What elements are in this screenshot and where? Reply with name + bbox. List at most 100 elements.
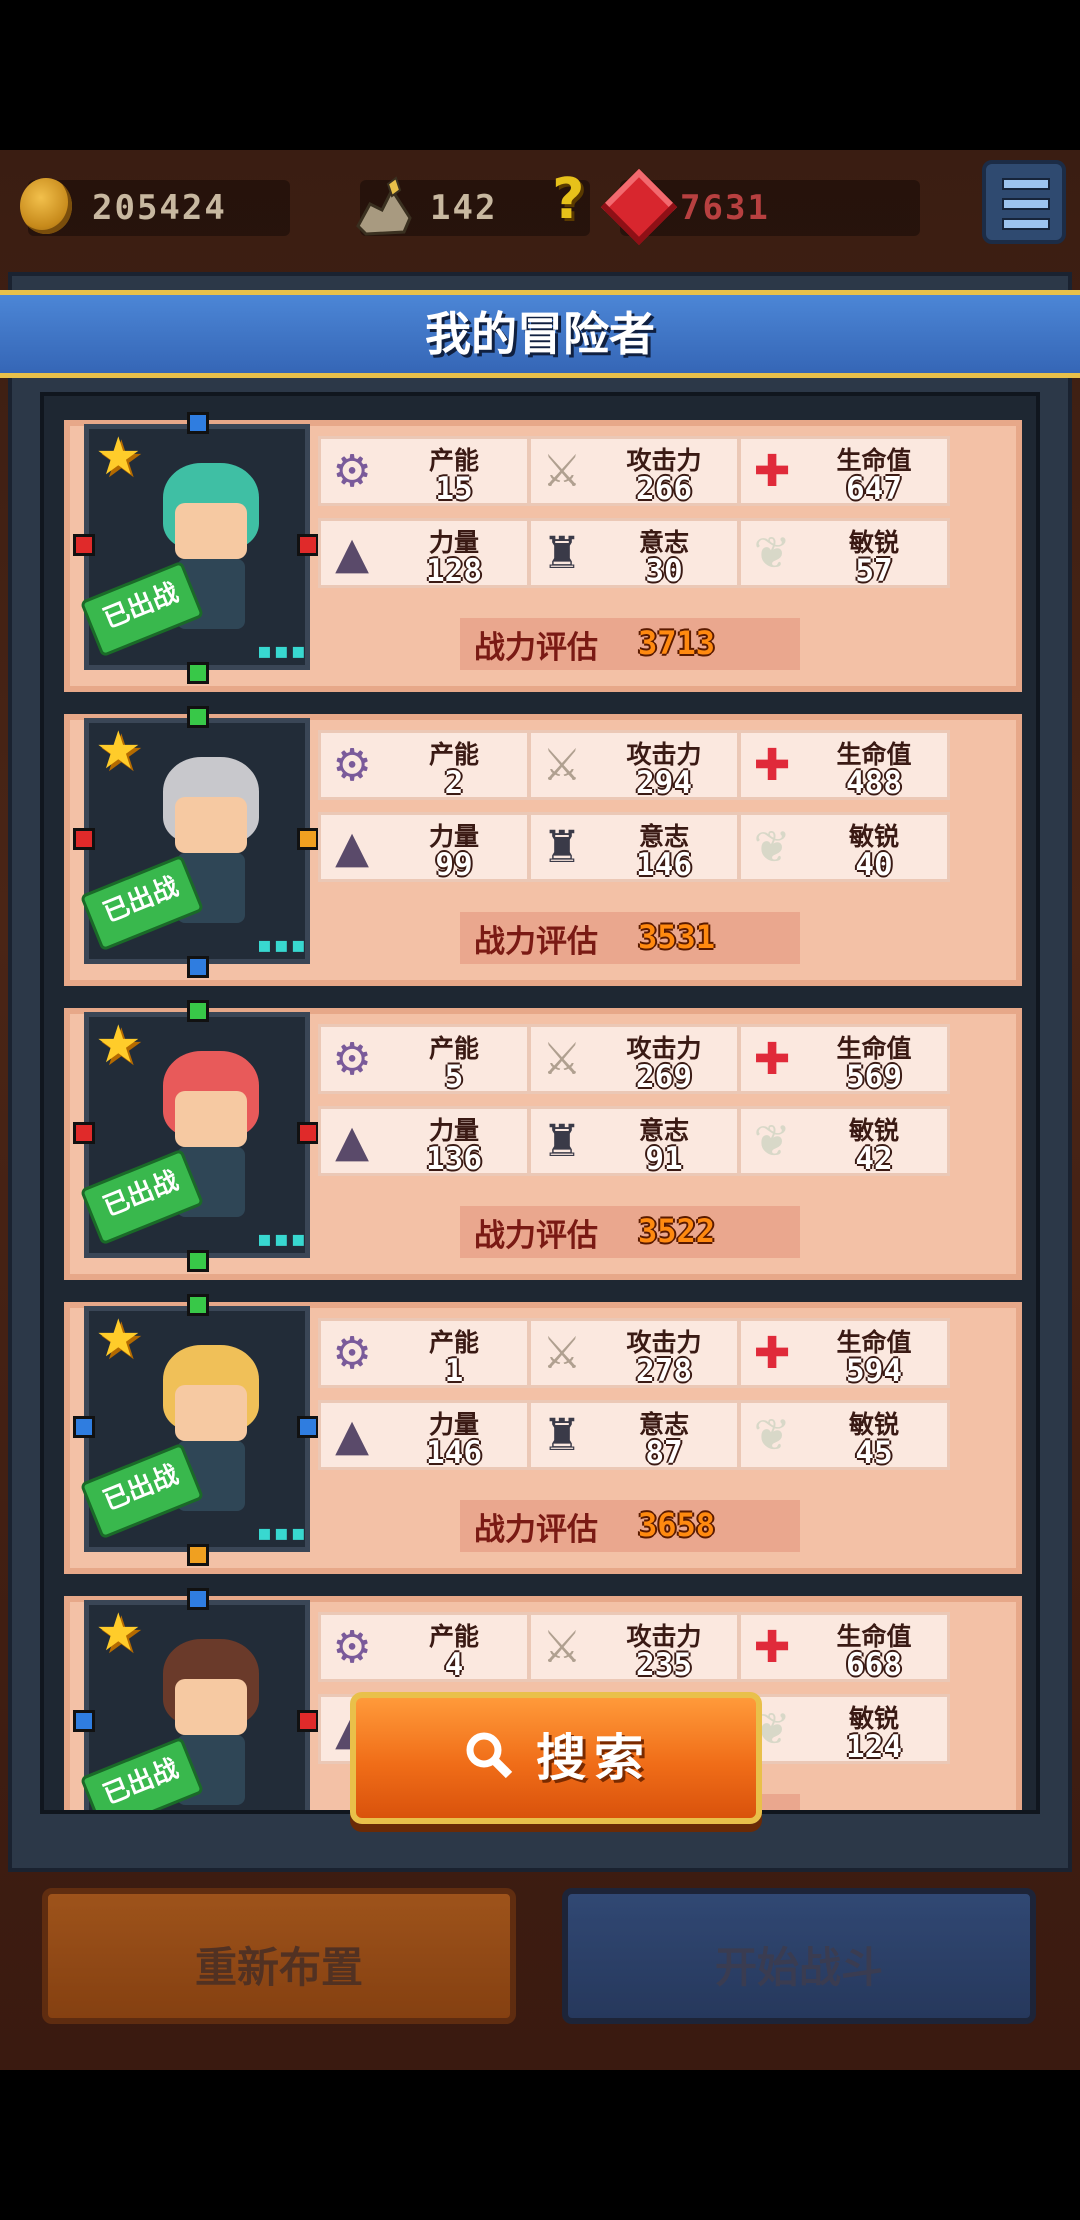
stat-attack: ⚔ 攻击力 294 bbox=[528, 730, 740, 801]
star-icon: ★ bbox=[95, 1015, 142, 1075]
start-battle-label: 开始战斗 bbox=[714, 1943, 883, 1992]
stat-value: 294 bbox=[636, 765, 692, 801]
stat-productivity: ⚙ 产能 5 bbox=[318, 1024, 530, 1095]
socket-top bbox=[187, 412, 209, 434]
stat-value: 488 bbox=[846, 765, 902, 801]
more-dots-icon[interactable]: ▪▪▪ bbox=[257, 1521, 308, 1546]
stat-value: 40 bbox=[855, 847, 893, 883]
stat-value: 594 bbox=[846, 1353, 902, 1389]
adventurer-card[interactable]: ★ 已出战 ▪▪▪ ⚙ 产能 1 ⚔ 攻击力 278 ✚ 生命值 594 ▲ 力… bbox=[64, 1294, 1022, 1574]
deployed-badge: 已出战 bbox=[79, 560, 205, 658]
power-value: 3658 bbox=[638, 1506, 716, 1544]
wings-icon: ❦ bbox=[753, 528, 791, 579]
socket-left bbox=[73, 1710, 95, 1732]
statue-icon: ♜ bbox=[542, 822, 582, 873]
search-button[interactable]: 搜索 bbox=[350, 1692, 762, 1824]
adventurer-portrait[interactable]: ★ 已出战 ▪▪▪ bbox=[79, 424, 310, 670]
socket-top bbox=[187, 1294, 209, 1316]
statue-icon: ♜ bbox=[542, 528, 582, 579]
mystery-icon[interactable]: ? bbox=[552, 172, 584, 228]
wings-icon: ❦ bbox=[753, 822, 791, 873]
adventurer-portrait[interactable]: ★ 已出战 ▪▪▪ bbox=[79, 1306, 310, 1552]
star-icon: ★ bbox=[95, 1603, 142, 1663]
stat-value: 146 bbox=[636, 847, 692, 883]
face bbox=[175, 797, 247, 853]
adventurer-portrait[interactable]: ★ 已出战 ▪▪▪ bbox=[79, 1012, 310, 1258]
coin-count: 205424 bbox=[92, 188, 227, 228]
power-value: 3522 bbox=[638, 1212, 716, 1250]
stat-attack: ⚔ 攻击力 235 bbox=[528, 1612, 740, 1683]
stat-value: 278 bbox=[636, 1353, 692, 1389]
socket-right bbox=[297, 1710, 319, 1732]
wings-icon: ❦ bbox=[753, 1410, 791, 1461]
pickaxe-shield-icon: ⚙ bbox=[332, 740, 372, 791]
menu-icon-bar bbox=[1002, 218, 1050, 230]
stat-hp: ✚ 生命值 569 bbox=[738, 1024, 950, 1095]
adventurer-portrait[interactable]: ★ 已出战 ▪▪▪ bbox=[79, 718, 310, 964]
stat-value: 4 bbox=[444, 1647, 464, 1683]
stat-attack: ⚔ 攻击力 269 bbox=[528, 1024, 740, 1095]
socket-right bbox=[297, 1122, 319, 1144]
star-icon: ★ bbox=[95, 1309, 142, 1369]
power-label: 战力评估 bbox=[474, 924, 598, 960]
stat-value: 42 bbox=[855, 1141, 893, 1177]
face bbox=[175, 1385, 247, 1441]
stat-strength: ▲ 力量 128 bbox=[318, 518, 530, 589]
socket-top bbox=[187, 1588, 209, 1610]
adventurer-portrait[interactable]: ★ 已出战 ▪▪▪ bbox=[79, 1600, 310, 1810]
red-cross-icon: ✚ bbox=[753, 740, 791, 791]
menu-icon bbox=[1002, 178, 1050, 190]
adventurer-list[interactable]: ★ 已出战 ▪▪▪ ⚙ 产能 15 ⚔ 攻击力 266 ✚ 生命值 647 ▲ bbox=[40, 392, 1040, 1814]
stat-value: 45 bbox=[855, 1435, 893, 1471]
stat-productivity: ⚙ 产能 1 bbox=[318, 1318, 530, 1389]
stat-value: 99 bbox=[435, 847, 473, 883]
statue-icon: ♜ bbox=[542, 1116, 582, 1167]
stat-value: 647 bbox=[846, 471, 902, 507]
stat-value: 5 bbox=[444, 1059, 464, 1095]
power-value: 3713 bbox=[638, 624, 716, 662]
menu-icon-bar bbox=[1002, 198, 1050, 210]
search-label: 搜索 bbox=[536, 1729, 652, 1787]
more-dots-icon[interactable]: ▪▪▪ bbox=[257, 1227, 308, 1252]
panel-header: 我的冒险者 bbox=[0, 290, 1080, 378]
star-icon: ★ bbox=[95, 721, 142, 781]
stat-value: 30 bbox=[645, 553, 683, 589]
stat-value: 1 bbox=[444, 1353, 464, 1389]
socket-left bbox=[73, 828, 95, 850]
reset-button[interactable]: 重新布置 bbox=[42, 1888, 516, 2024]
red-cross-icon: ✚ bbox=[753, 1328, 791, 1379]
panel-title: 我的冒险者 bbox=[425, 307, 655, 361]
stat-value: 235 bbox=[636, 1647, 692, 1683]
more-dots-icon[interactable]: ▪▪▪ bbox=[257, 639, 308, 664]
stat-will: ♜ 意志 30 bbox=[528, 518, 740, 589]
stat-value: 266 bbox=[636, 471, 692, 507]
menu-button[interactable] bbox=[982, 160, 1066, 244]
power-label: 战力评估 bbox=[474, 1218, 598, 1254]
socket-bottom bbox=[187, 956, 209, 978]
stat-value: 136 bbox=[426, 1141, 482, 1177]
red-cross-icon: ✚ bbox=[753, 1034, 791, 1085]
stat-agility: ❦ 敏锐 40 bbox=[738, 812, 950, 883]
adventurer-card[interactable]: ★ 已出战 ▪▪▪ ⚙ 产能 5 ⚔ 攻击力 269 ✚ 生命值 569 ▲ 力… bbox=[64, 1000, 1022, 1280]
reset-label: 重新布置 bbox=[194, 1943, 363, 1992]
start-battle-button[interactable]: 开始战斗 bbox=[562, 1888, 1036, 2024]
more-dots-icon[interactable]: ▪▪▪ bbox=[257, 933, 308, 958]
stat-agility: ❦ 敏锐 42 bbox=[738, 1106, 950, 1177]
stat-value: 128 bbox=[426, 553, 482, 589]
adventurer-card[interactable]: ★ 已出战 ▪▪▪ ⚙ 产能 2 ⚔ 攻击力 294 ✚ 生命值 488 ▲ 力… bbox=[64, 706, 1022, 986]
red-cross-icon: ✚ bbox=[753, 446, 791, 497]
stat-attack: ⚔ 攻击力 278 bbox=[528, 1318, 740, 1389]
stat-value: 569 bbox=[846, 1059, 902, 1095]
stat-strength: ▲ 力量 146 bbox=[318, 1400, 530, 1471]
sword-icon: ⚔ bbox=[542, 1328, 582, 1379]
stat-value: 87 bbox=[645, 1435, 683, 1471]
stat-strength: ▲ 力量 136 bbox=[318, 1106, 530, 1177]
stat-agility: ❦ 敏锐 124 bbox=[738, 1694, 950, 1765]
ore-count: 142 bbox=[430, 188, 498, 228]
currency-bar: 205424 142 ? 7631 bbox=[0, 150, 1080, 270]
stat-value: 668 bbox=[846, 1647, 902, 1683]
power-rating: 战力评估 3713 bbox=[460, 618, 800, 670]
stat-hp: ✚ 生命值 668 bbox=[738, 1612, 950, 1683]
pickaxe-shield-icon: ⚙ bbox=[332, 1328, 372, 1379]
adventurer-card[interactable]: ★ 已出战 ▪▪▪ ⚙ 产能 15 ⚔ 攻击力 266 ✚ 生命值 647 ▲ bbox=[64, 412, 1022, 692]
